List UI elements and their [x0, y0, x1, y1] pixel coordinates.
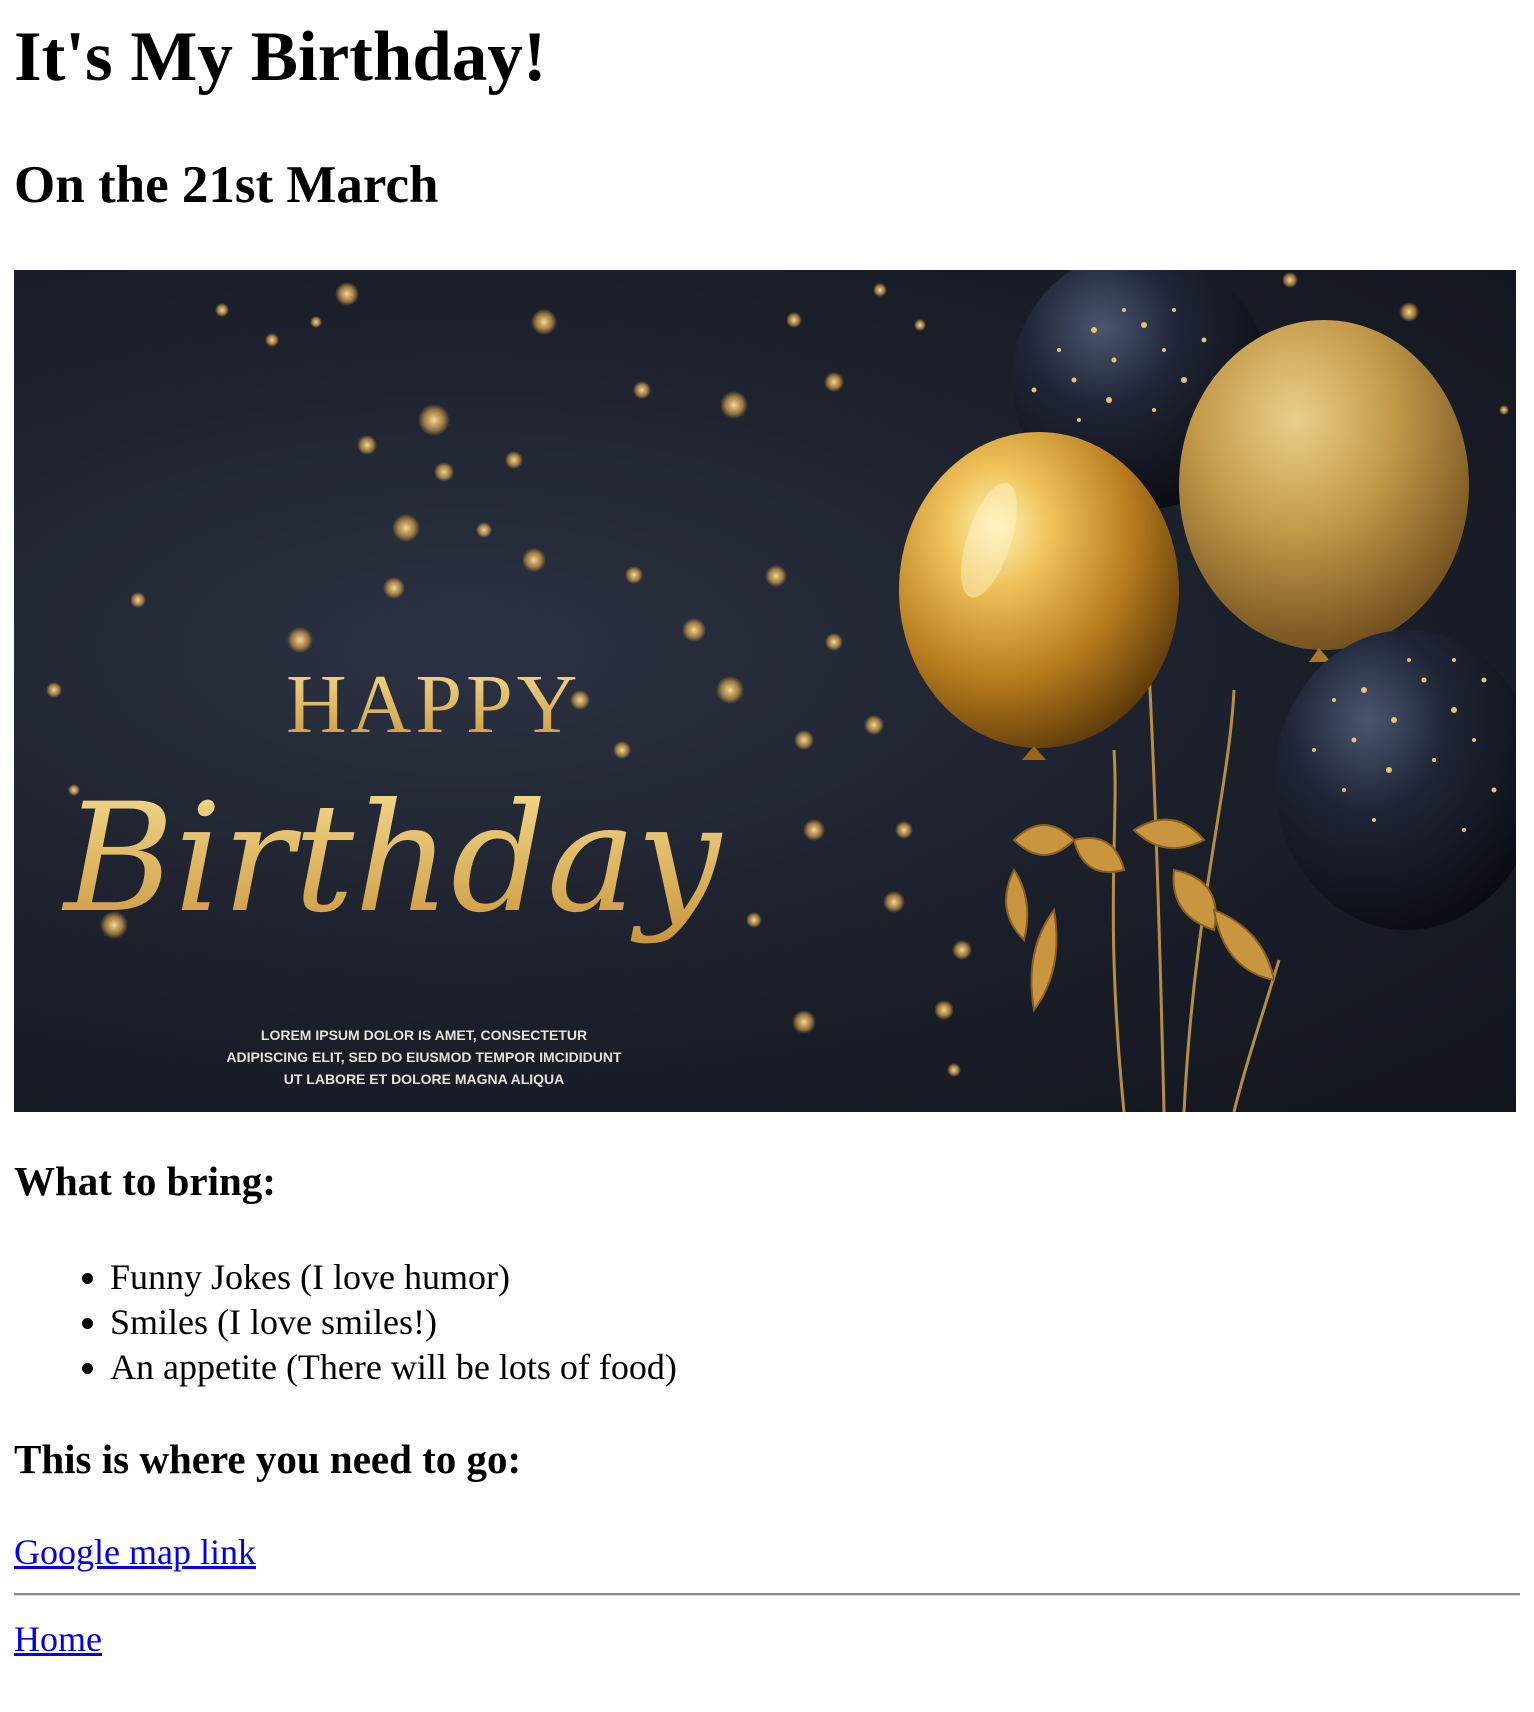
fine-print-line-2: ADIPISCING ELIT, SED DO EIUSMOD TEMPOR I…	[226, 1049, 622, 1065]
google-map-link[interactable]: Google map link	[14, 1532, 256, 1573]
location-heading: This is where you need to go:	[14, 1436, 522, 1482]
what-to-bring-heading: What to bring:	[14, 1158, 276, 1204]
horizontal-divider	[14, 1593, 1520, 1596]
birthday-banner-image: HAPPY Birthday LOREM IPSUM DOLOR IS AMET…	[14, 270, 1516, 1112]
bring-list: Funny Jokes (I love humor) Smiles (I lov…	[14, 1255, 677, 1390]
list-item: Funny Jokes (I love humor)	[110, 1255, 677, 1300]
fine-print-line-1: LOREM IPSUM DOLOR IS AMET, CONSECTETUR	[261, 1027, 587, 1043]
gold-ribbon-bow	[1005, 818, 1276, 1013]
home-link[interactable]: Home	[14, 1619, 102, 1660]
navy-balloon-right	[1275, 630, 1516, 930]
list-item: Smiles (I love smiles!)	[110, 1300, 677, 1345]
birthday-script-text: Birthday	[61, 772, 723, 946]
list-item: An appetite (There will be lots of food)	[110, 1345, 677, 1390]
gold-glitter-balloon	[1179, 320, 1469, 662]
happy-text: HAPPY	[286, 658, 581, 751]
gold-shiny-balloon	[899, 432, 1179, 760]
page-title: It's My Birthday!	[14, 18, 547, 96]
date-heading: On the 21st March	[14, 156, 439, 214]
fine-print-line-3: UT LABORE ET DOLORE MAGNA ALIQUA	[284, 1071, 565, 1087]
